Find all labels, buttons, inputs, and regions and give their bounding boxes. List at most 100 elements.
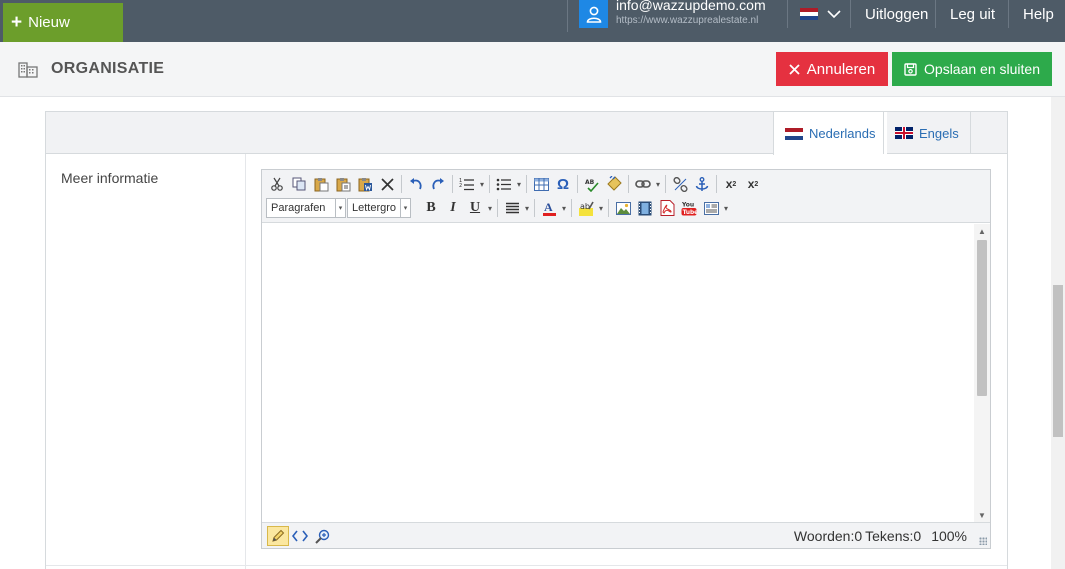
font-size-select[interactable]: Lettergro ▾ [347, 198, 411, 218]
save-and-close-button[interactable]: Opslaan en sluiten [892, 52, 1052, 86]
field-label: Meer informatie [61, 170, 159, 186]
svg-text:Tube: Tube [683, 210, 697, 216]
link-icon[interactable] [632, 174, 654, 194]
zoom-level: 100% [931, 528, 967, 544]
uk-flag-icon [895, 127, 913, 139]
user-site: https://www.wazzuprealestate.nl [616, 15, 759, 26]
close-icon [789, 63, 800, 75]
svg-text:2: 2 [459, 183, 462, 189]
redo-icon[interactable] [427, 174, 449, 194]
language-selector[interactable] [787, 0, 841, 28]
highlight-color-icon[interactable]: ab [575, 198, 597, 218]
highlight-dropdown-icon[interactable]: ▾ [597, 198, 605, 218]
cancel-button[interactable]: Annuleren [776, 52, 888, 86]
spellcheck-icon[interactable]: AB [581, 174, 603, 194]
new-button[interactable]: + Nieuw [3, 3, 123, 42]
font-color-dropdown-icon[interactable]: ▾ [560, 198, 568, 218]
preview-mode-button[interactable] [311, 526, 333, 546]
cancel-button-label: Annuleren [806, 60, 876, 78]
code-icon [292, 530, 308, 542]
youtube-icon[interactable]: You Tube [678, 198, 700, 218]
toolbar-row-1: 12 ▾ ▾ Ω AB ▾ x 2 x 2 [266, 173, 764, 195]
scroll-up-icon[interactable]: ▲ [974, 224, 990, 238]
chevron-down-icon: ▾ [335, 199, 345, 217]
editor-content-area[interactable] [262, 224, 974, 522]
page-scrollbar-thumb[interactable] [1053, 285, 1063, 437]
paste-text-icon[interactable] [332, 174, 354, 194]
word-count-value: Woorden:0 [793, 528, 863, 544]
building-icon [18, 62, 38, 78]
editor-scrollbar[interactable]: ▲ ▼ [974, 224, 990, 522]
tab-engels[interactable]: Engels [883, 112, 971, 154]
new-button-label: Nieuw [28, 14, 70, 31]
paragraph-format-select[interactable]: Paragrafen ▾ [266, 198, 346, 218]
user-email: info@wazzupdemo.com [616, 0, 766, 13]
scrollbar-thumb[interactable] [977, 240, 987, 396]
template-icon[interactable] [700, 198, 722, 218]
image-icon[interactable] [612, 198, 634, 218]
svg-text:ab: ab [580, 202, 590, 211]
page-header: ORGANISATIE Annuleren Opslaan en sluiten [0, 42, 1065, 97]
paste-icon[interactable] [310, 174, 332, 194]
page-title: ORGANISATIE [18, 60, 164, 78]
table-icon[interactable] [530, 174, 552, 194]
language-tab-bar: Nederlands Engels [46, 112, 1007, 155]
zoom-icon [314, 529, 329, 544]
remove-format-icon[interactable] [376, 174, 398, 194]
rich-text-editor: 12 ▾ ▾ Ω AB ▾ x 2 x 2 Paragrafen ▾ Lette… [261, 169, 991, 549]
find-replace-icon[interactable] [603, 174, 625, 194]
numbered-list-icon[interactable]: 12 [456, 174, 478, 194]
column-divider [245, 154, 246, 569]
tab-label: Nederlands [809, 126, 876, 141]
char-count-value: Tekens:0 [865, 528, 922, 544]
italic-icon[interactable]: I [442, 198, 464, 218]
anchor-icon[interactable] [691, 174, 713, 194]
editor-toolbar: 12 ▾ ▾ Ω AB ▾ x 2 x 2 Paragrafen ▾ Lette… [262, 170, 990, 223]
pdf-icon[interactable] [656, 198, 678, 218]
user-icon [579, 0, 608, 28]
link-dropdown-icon[interactable]: ▾ [654, 174, 662, 194]
tab-label: Engels [919, 125, 959, 141]
help-link[interactable]: Help [1008, 0, 1065, 28]
svg-text:You: You [681, 202, 694, 209]
paragraph-format-value: Paragrafen [271, 202, 326, 214]
resize-handle-icon[interactable] [979, 537, 987, 545]
align-dropdown-icon[interactable]: ▾ [523, 198, 531, 218]
svg-text:A: A [544, 200, 553, 214]
tab-nederlands[interactable]: Nederlands [773, 112, 887, 155]
editor-status-bar: Woorden:0 Tekens:0 100% [262, 522, 990, 548]
superscript-icon[interactable]: x2 [720, 174, 742, 194]
undo-icon[interactable] [405, 174, 427, 194]
pencil-icon [272, 529, 285, 542]
underline-icon[interactable]: U [464, 198, 486, 218]
scroll-down-icon[interactable]: ▼ [974, 508, 990, 522]
logout-link[interactable]: Uitloggen [850, 0, 942, 28]
font-color-icon[interactable]: A [538, 198, 560, 218]
row-divider [46, 565, 1007, 566]
save-icon [904, 62, 917, 76]
html-mode-button[interactable] [289, 526, 311, 546]
dutch-flag-icon [800, 8, 818, 20]
align-justify-icon[interactable] [501, 198, 523, 218]
cut-icon[interactable] [266, 174, 288, 194]
video-icon[interactable] [634, 198, 656, 218]
bold-icon[interactable]: B [420, 198, 442, 218]
user-account[interactable]: info@wazzupdemo.com https://www.wazzupre… [567, 0, 766, 32]
template-dropdown-icon[interactable]: ▾ [722, 198, 730, 218]
numbered-list-dropdown-icon[interactable]: ▾ [478, 174, 486, 194]
bulleted-list-icon[interactable] [493, 174, 515, 194]
svg-text:AB: AB [585, 179, 595, 186]
save-button-label: Opslaan en sluiten [924, 61, 1040, 77]
special-character-icon[interactable]: Ω [552, 174, 574, 194]
underline-dropdown-icon[interactable]: ▾ [486, 198, 494, 218]
top-bar: + Nieuw info@wazzupdemo.com https://www.… [0, 0, 1065, 42]
subscript-icon[interactable]: x2 [742, 174, 764, 194]
paste-word-icon[interactable] [354, 174, 376, 194]
bulleted-list-dropdown-icon[interactable]: ▾ [515, 174, 523, 194]
explain-link[interactable]: Leg uit [935, 0, 1009, 28]
word-count: Woorden:0 Tekens:0 100% [794, 528, 967, 544]
design-mode-button[interactable] [267, 526, 289, 546]
unlink-icon[interactable] [669, 174, 691, 194]
copy-icon[interactable] [288, 174, 310, 194]
page-scrollbar[interactable] [1051, 97, 1065, 569]
